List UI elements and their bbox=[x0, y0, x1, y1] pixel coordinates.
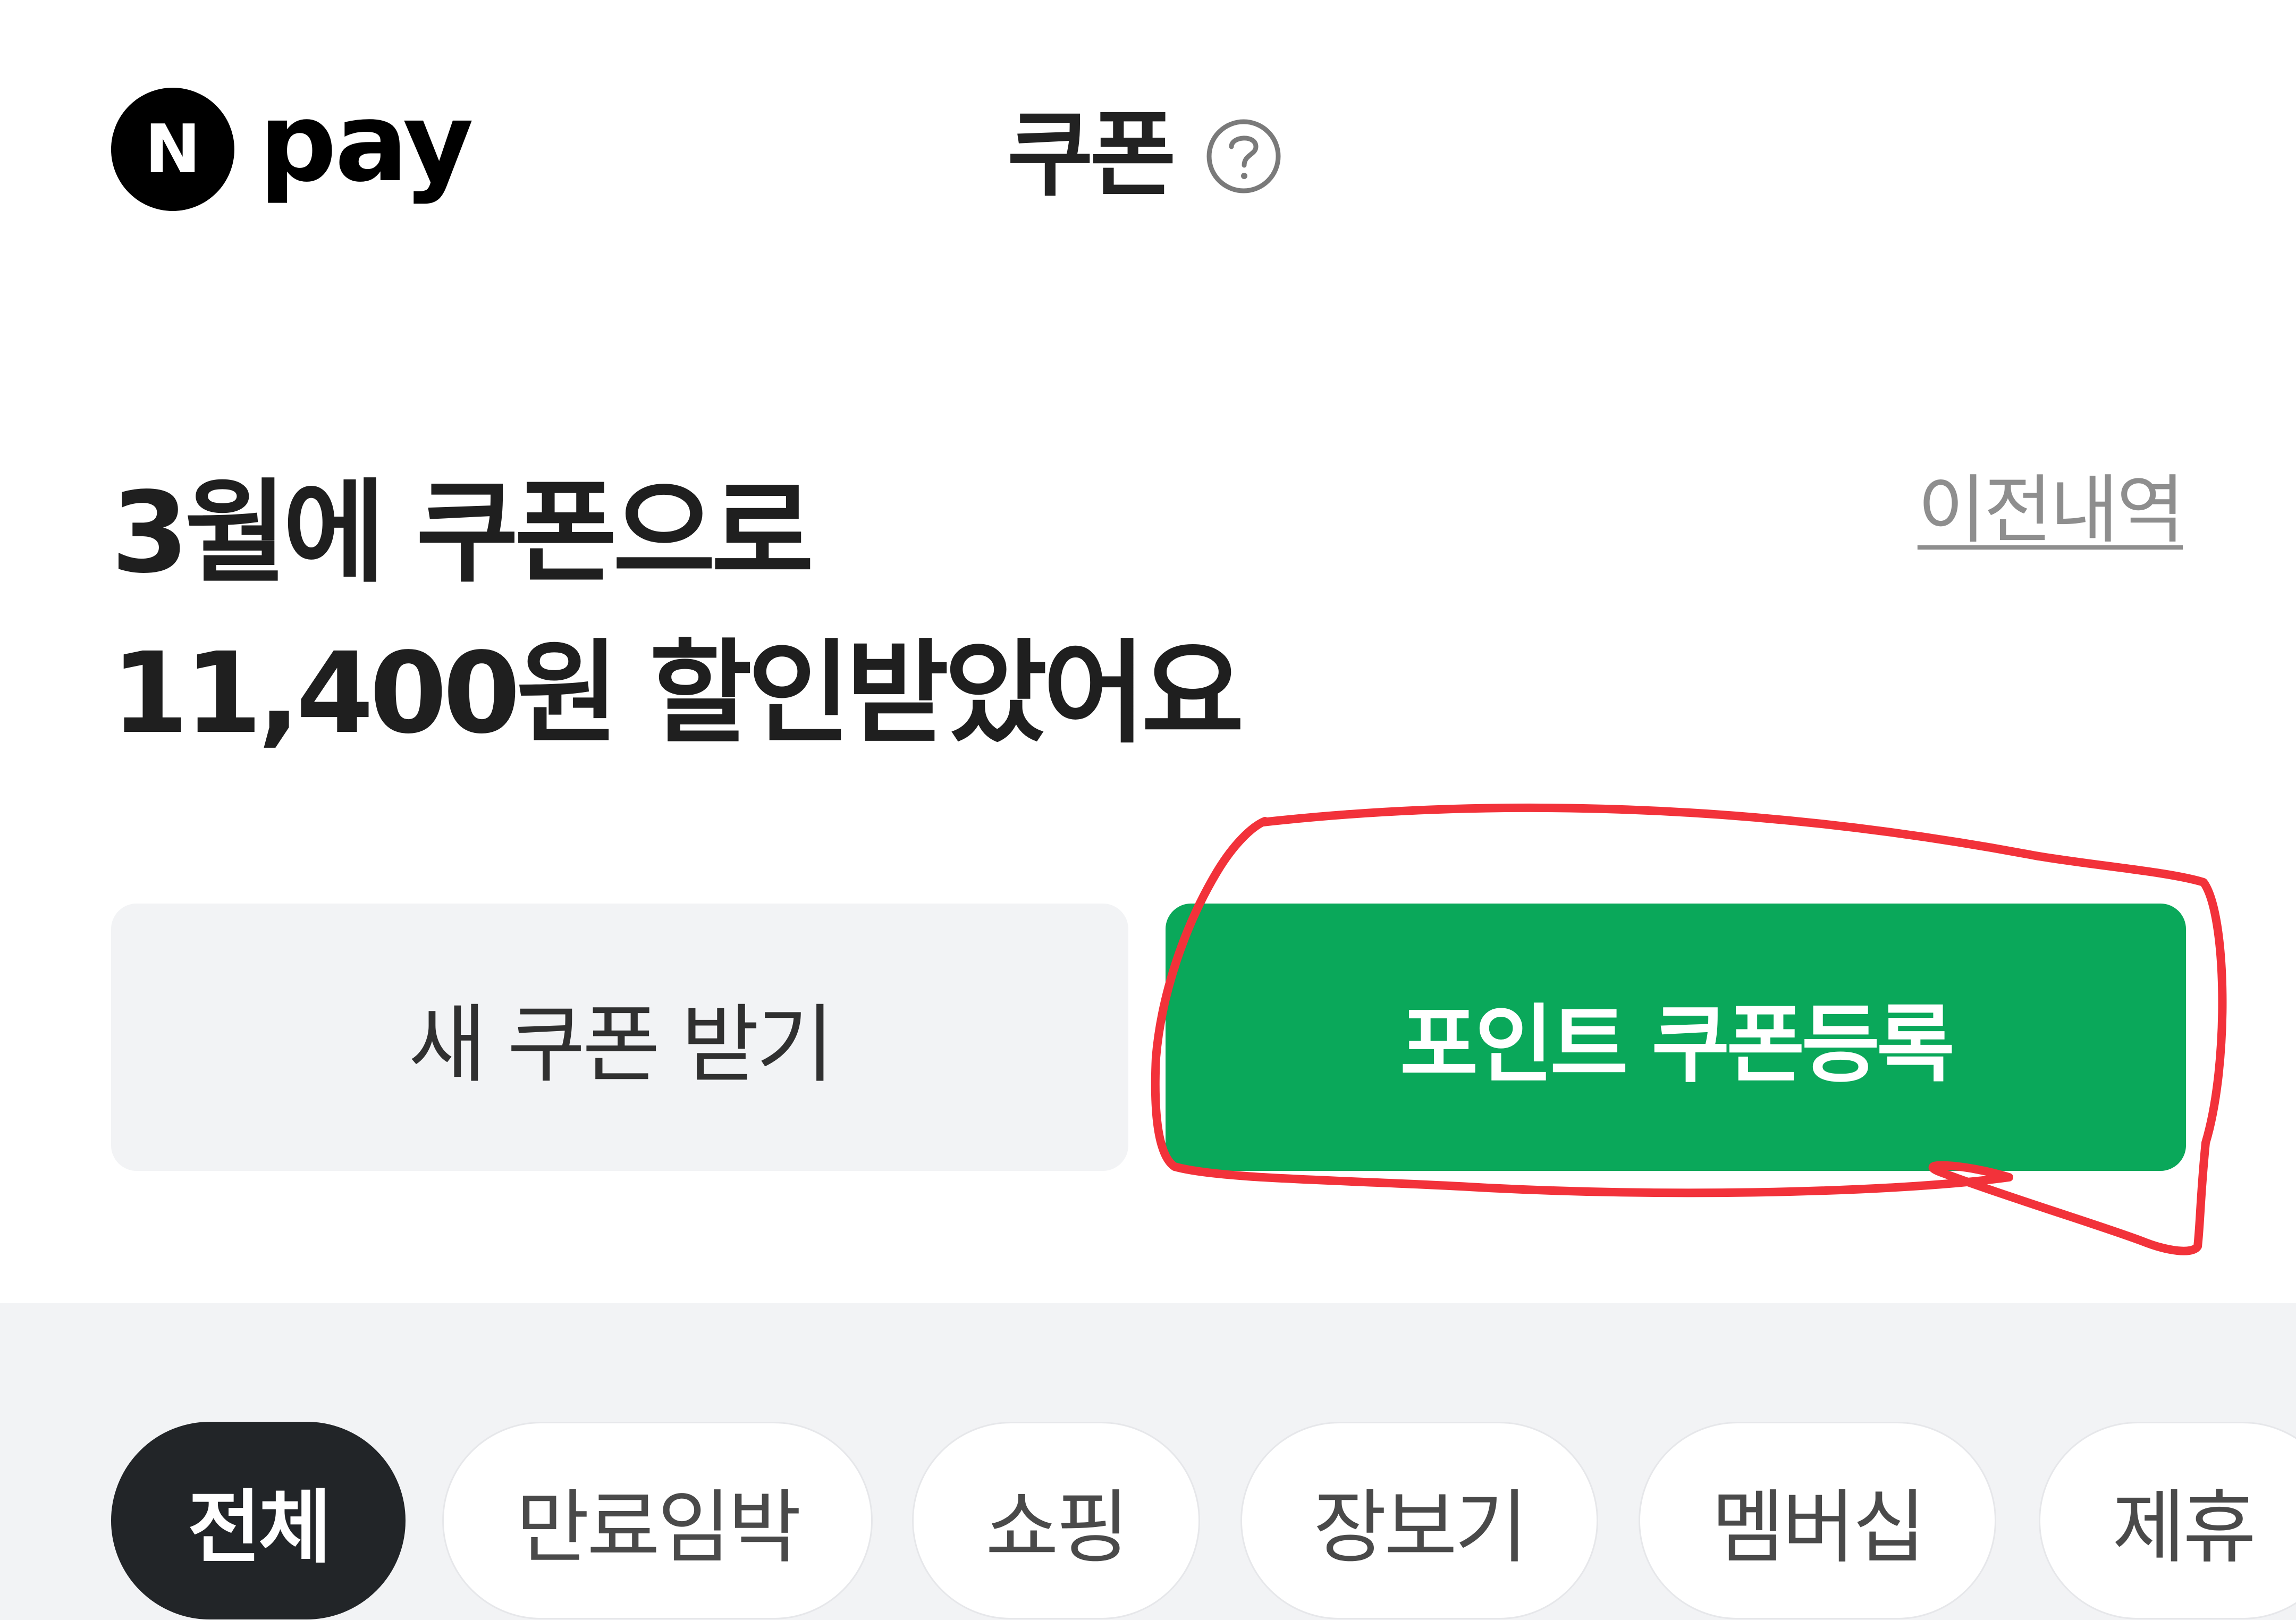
summary-line-2: 11,400원 할인받았어요 bbox=[111, 628, 1244, 758]
npay-logo[interactable]: N pay bbox=[111, 81, 474, 215]
summary-line-1: 3월에 쿠폰으로 bbox=[111, 468, 814, 598]
logo-n-mark: N bbox=[111, 88, 234, 211]
category-tab-all[interactable]: 전체 bbox=[111, 1422, 406, 1619]
register-point-coupon-button[interactable]: 포인트 쿠폰등록 bbox=[1166, 904, 2186, 1171]
logo-text: pay bbox=[259, 80, 474, 206]
category-tab-label: 제휴 bbox=[2112, 1481, 2256, 1574]
category-tab-label: 만료임박 bbox=[516, 1481, 801, 1574]
new-coupon-button[interactable]: 새 쿠폰 받기 bbox=[111, 904, 1128, 1171]
category-tab-label: 쇼핑 bbox=[985, 1481, 1129, 1574]
category-tab-label: 전체 bbox=[187, 1481, 332, 1574]
category-tab-shopping[interactable]: 쇼핑 bbox=[912, 1422, 1200, 1619]
category-tab-label: 장보기 bbox=[1313, 1481, 1528, 1574]
register-coupon-label: 포인트 쿠폰등록 bbox=[1399, 994, 1955, 1094]
history-link[interactable]: 이전내역 bbox=[1918, 466, 2185, 556]
new-coupon-label: 새 쿠폰 받기 bbox=[408, 994, 834, 1094]
category-tab-partner[interactable]: 제휴 bbox=[2039, 1422, 2296, 1619]
category-tab-label: 멤버십 bbox=[1711, 1481, 1926, 1574]
question-circle-icon[interactable] bbox=[1205, 117, 1282, 195]
category-tab-membership[interactable]: 멤버십 bbox=[1639, 1422, 1996, 1619]
category-tab-groceries[interactable]: 장보기 bbox=[1240, 1422, 1598, 1619]
page-title: 쿠폰 bbox=[1007, 100, 1176, 209]
category-tab-expiring[interactable]: 만료임박 bbox=[442, 1422, 873, 1619]
